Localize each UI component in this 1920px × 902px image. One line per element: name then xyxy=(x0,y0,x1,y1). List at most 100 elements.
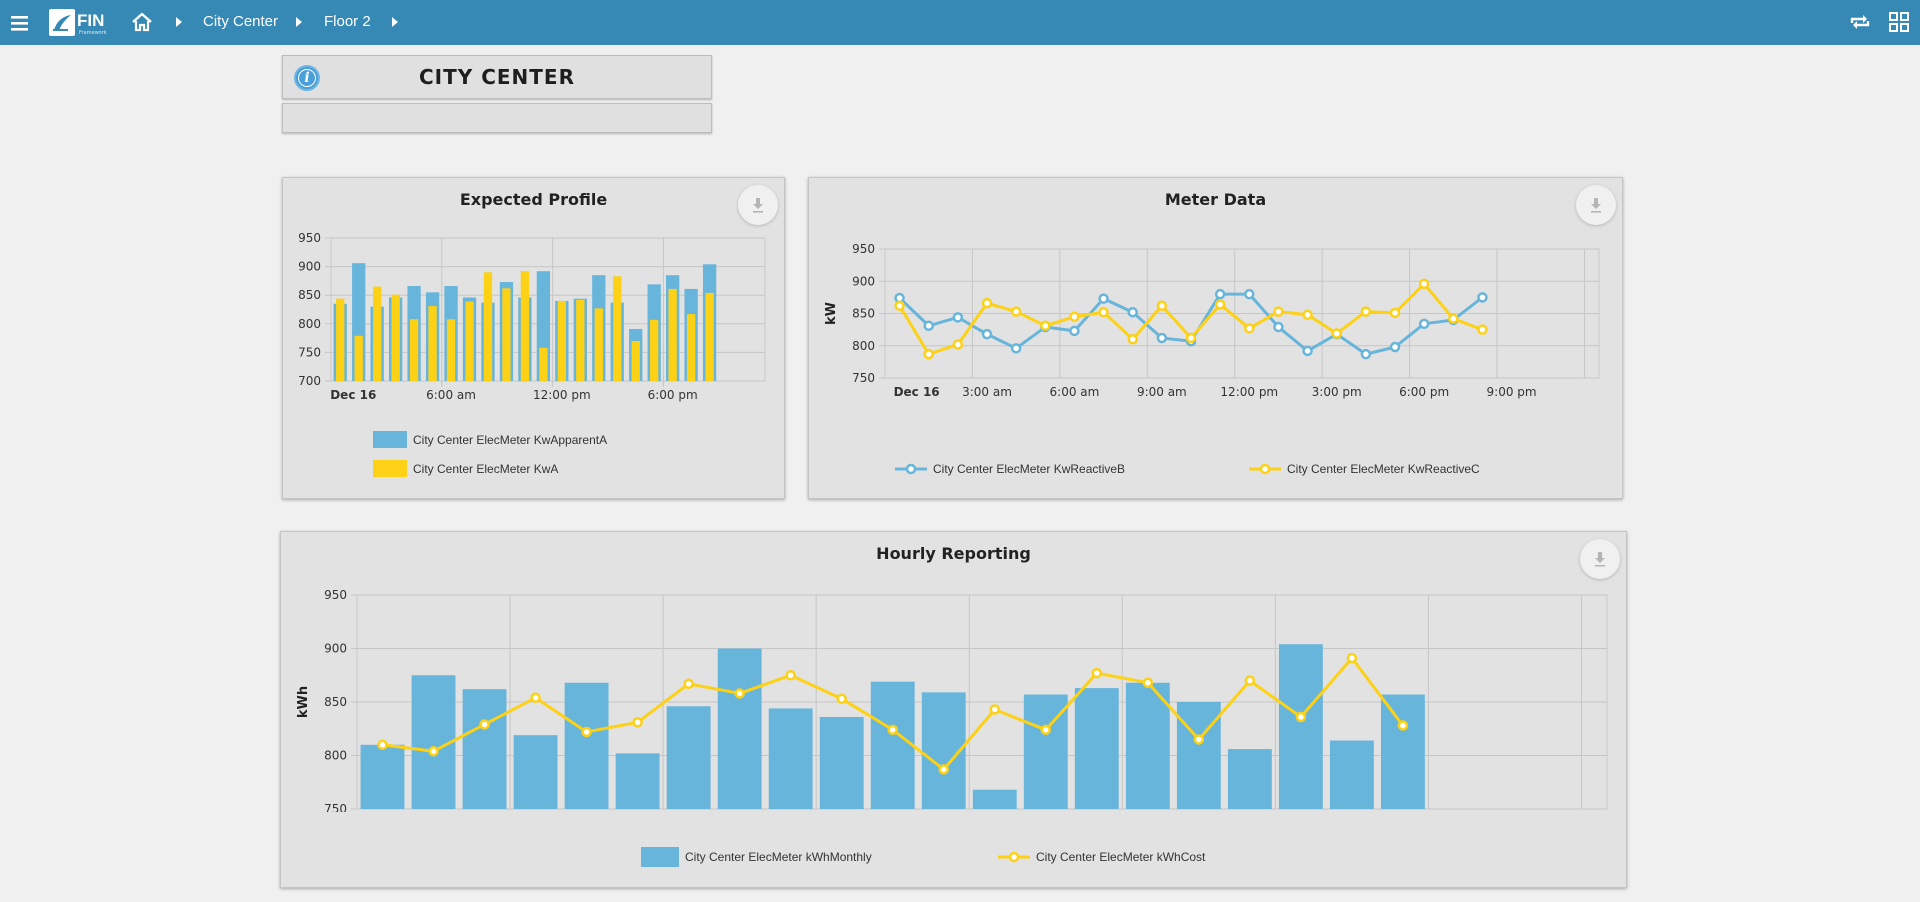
data-point xyxy=(1069,325,1080,337)
bar-kwa xyxy=(354,335,363,381)
legend-item[interactable]: City Center ElecMeter KwApparentA xyxy=(373,431,607,448)
bar-kwhmonthly xyxy=(615,753,660,809)
bar-kwa xyxy=(446,319,456,381)
data-point xyxy=(1389,341,1401,353)
data-point xyxy=(952,312,964,323)
y-axis-label: kWh xyxy=(296,686,311,718)
y-tick-label: 750 xyxy=(852,371,875,385)
bar-kwhmonthly xyxy=(870,681,915,809)
bar-kwa xyxy=(520,271,530,381)
legend-label: City Center ElecMeter KwApparentA xyxy=(413,432,608,447)
data-point xyxy=(1193,734,1205,745)
y-tick-label: 850 xyxy=(324,695,347,709)
data-point xyxy=(1244,288,1255,300)
x-tick-label: 3:00 pm xyxy=(1312,385,1362,399)
fin-logo[interactable]: FIN Framework xyxy=(49,9,111,36)
y-tick-label: 750 xyxy=(298,345,321,359)
data-point xyxy=(1477,292,1488,303)
x-tick-label: 12:00 pm xyxy=(1220,385,1278,399)
legend-swatch-blue-line-icon xyxy=(895,463,927,475)
data-point xyxy=(1098,306,1109,318)
x-tick-label: 9:00 am xyxy=(1137,385,1187,399)
logo-mark-icon xyxy=(49,9,75,36)
legend-swatch-yellow-line-icon xyxy=(1249,463,1281,475)
data-point xyxy=(1185,332,1197,344)
y-tick-label: 800 xyxy=(324,749,347,763)
sync-button[interactable] xyxy=(1848,11,1872,37)
bar-kwa xyxy=(428,306,437,381)
info-glyph: i xyxy=(304,70,310,86)
bar-kwa xyxy=(594,308,603,381)
bar-kwhmonthly xyxy=(513,735,558,809)
site-subtitle-card xyxy=(282,103,712,133)
data-point xyxy=(1389,307,1401,319)
data-point xyxy=(1098,293,1109,304)
data-point xyxy=(1010,343,1022,354)
home-icon xyxy=(132,12,152,32)
data-point xyxy=(785,670,796,681)
bar-kwa xyxy=(336,298,345,381)
breadcrumb-floor-2[interactable]: Floor 2 xyxy=(324,13,371,30)
data-point xyxy=(632,717,643,728)
expected-profile-chart: 700 750 800 850 900 950 Dec 16 6:00 am 12:00 pm 6… xyxy=(298,231,766,402)
panel-title: Hourly Reporting xyxy=(876,544,1031,563)
data-point xyxy=(1091,667,1103,679)
legend-item[interactable]: City Center ElecMeter kWhCost xyxy=(998,850,1205,864)
data-point xyxy=(428,745,439,757)
y-tick-label: 950 xyxy=(298,231,321,245)
panel-title: Expected Profile xyxy=(459,190,608,209)
download-icon xyxy=(753,198,763,213)
data-point xyxy=(836,693,847,705)
breadcrumb-separator-icon[interactable] xyxy=(392,17,398,27)
data-point xyxy=(1397,720,1409,731)
logo-subtext: Framework xyxy=(79,30,107,36)
legend-label: City Center ElecMeter KwReactiveC xyxy=(1287,462,1480,476)
data-point xyxy=(1244,675,1256,686)
download-button[interactable] xyxy=(738,185,778,225)
legend-item[interactable]: City Center ElecMeter KwA xyxy=(373,460,558,477)
x-tick-label: 9:00 pm xyxy=(1487,385,1537,399)
x-tick-label: 6:00 pm xyxy=(1399,385,1449,399)
breadcrumb-city-center[interactable]: City Center xyxy=(203,13,278,30)
info-icon[interactable]: i xyxy=(294,65,320,91)
data-point xyxy=(1331,328,1342,339)
bar-kwhmonthly xyxy=(1380,694,1425,809)
data-point xyxy=(952,339,964,350)
menu-button[interactable] xyxy=(0,0,40,45)
bar-kwhmonthly xyxy=(462,689,507,809)
data-point xyxy=(1040,320,1051,332)
legend-item[interactable]: City Center ElecMeter KwReactiveB xyxy=(895,462,1125,476)
download-button[interactable] xyxy=(1576,185,1616,225)
x-tick-label: Dec 16 xyxy=(894,385,940,399)
data-point xyxy=(1127,306,1138,318)
data-point xyxy=(981,328,993,340)
expected-profile-panel: Expected Profile 700 750 800 850 900 950 Dec 1… xyxy=(282,177,785,499)
data-point xyxy=(1156,300,1168,312)
y-tick-label: 900 xyxy=(324,642,347,656)
panel-title: Meter Data xyxy=(1164,190,1267,209)
bar-kwhmonthly xyxy=(1227,749,1272,809)
legend-item[interactable]: City Center ElecMeter KwReactiveC xyxy=(1249,462,1480,476)
data-point xyxy=(1477,324,1488,335)
x-tick-label: 3:00 am xyxy=(962,385,1012,399)
meter-data-panel: Meter Data 750 800 850 900 950 Dec 16 3:00 am 6… xyxy=(808,177,1623,499)
data-point xyxy=(683,678,694,690)
data-point xyxy=(1448,313,1459,324)
breadcrumb-separator-icon xyxy=(296,17,302,27)
data-point xyxy=(1273,306,1284,317)
data-point xyxy=(923,320,934,332)
data-point xyxy=(923,348,934,360)
bar-kwa xyxy=(409,319,419,381)
y-tick-label: 950 xyxy=(324,588,347,602)
home-button[interactable] xyxy=(130,10,156,36)
grid-view-button[interactable] xyxy=(1888,11,1910,37)
x-tick-label: 12:00 pm xyxy=(533,388,591,402)
bar-kwa xyxy=(668,288,677,381)
legend-item[interactable]: City Center ElecMeter kWhMonthly xyxy=(641,847,872,867)
data-point xyxy=(734,688,745,699)
data-point xyxy=(887,724,898,736)
data-point xyxy=(1418,278,1430,290)
bar-kwa xyxy=(705,292,714,381)
bar-kwa xyxy=(557,300,567,381)
data-point xyxy=(1273,321,1284,333)
